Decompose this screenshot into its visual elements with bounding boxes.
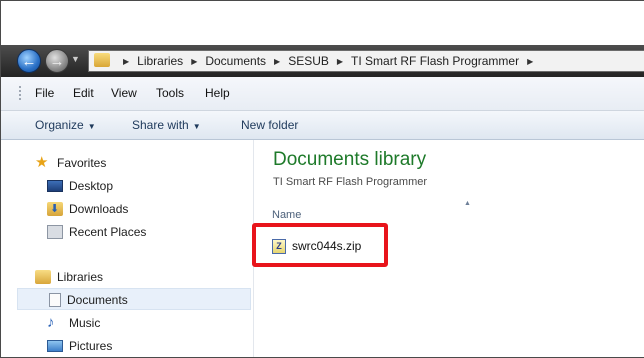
menu-grip-icon — [19, 86, 23, 100]
recent-pages-dropdown-icon[interactable]: ▼ — [71, 54, 80, 64]
breadcrumb-separator-icon[interactable]: ▶ — [527, 57, 533, 66]
nav-downloads-label: Downloads — [69, 202, 129, 216]
nav-desktop[interactable]: Desktop — [47, 176, 113, 196]
new-folder-button[interactable]: New folder — [241, 118, 298, 132]
organize-label: Organize — [35, 118, 84, 132]
breadcrumb: ▶ Libraries ▶ Documents ▶ SESUB ▶ TI Sma… — [115, 51, 541, 71]
breadcrumb-separator-icon[interactable]: ▶ — [123, 57, 129, 66]
downloads-folder-icon: ⬇ — [47, 202, 63, 216]
nav-documents[interactable]: Documents — [47, 290, 128, 310]
breadcrumb-separator-icon[interactable]: ▶ — [191, 57, 197, 66]
breadcrumb-ti-smart-rf[interactable]: TI Smart RF Flash Programmer — [351, 54, 519, 68]
libraries-icon — [35, 270, 51, 284]
nav-downloads[interactable]: ⬇ Downloads — [47, 199, 128, 219]
star-icon: ★ — [35, 154, 49, 171]
breadcrumb-sesub[interactable]: SESUB — [288, 54, 329, 68]
chevron-down-icon: ▼ — [192, 122, 201, 131]
nav-favorites[interactable]: ★ Favorites — [35, 153, 106, 173]
menu-view[interactable]: View — [111, 86, 137, 100]
breadcrumb-separator-icon[interactable]: ▶ — [274, 57, 280, 66]
nav-pictures-label: Pictures — [69, 339, 113, 353]
breadcrumb-libraries[interactable]: Libraries — [137, 54, 183, 68]
documents-icon — [49, 293, 61, 307]
nav-documents-label: Documents — [67, 293, 128, 307]
nav-recent-places-label: Recent Places — [69, 225, 147, 239]
pictures-icon — [47, 340, 63, 352]
nav-favorites-label: Favorites — [57, 156, 107, 170]
breadcrumb-documents[interactable]: Documents — [205, 54, 266, 68]
command-bar: Organize ▼ Share with ▼ New folder — [1, 111, 644, 140]
organize-button[interactable]: Organize ▼ — [35, 118, 96, 132]
library-title: Documents library — [273, 149, 427, 170]
menu-bar: File Edit View Tools Help — [1, 77, 644, 111]
forward-button[interactable]: → — [45, 49, 69, 73]
nav-recent-places[interactable]: Recent Places — [47, 222, 146, 242]
menu-edit[interactable]: Edit — [73, 86, 94, 100]
desktop-icon — [47, 180, 63, 192]
annotation-highlight-box — [252, 223, 388, 267]
recent-places-icon — [47, 225, 63, 239]
folder-icon — [94, 53, 110, 67]
breadcrumb-separator-icon[interactable]: ▶ — [337, 57, 343, 66]
share-with-button[interactable]: Share with ▼ — [132, 118, 201, 132]
sort-arrow-icon: ▲ — [464, 200, 471, 207]
nav-music[interactable]: ♪ Music — [47, 313, 100, 333]
nav-pictures[interactable]: Pictures — [47, 336, 112, 356]
back-button[interactable]: ← — [17, 49, 41, 73]
address-bar[interactable]: ▶ Libraries ▶ Documents ▶ SESUB ▶ TI Sma… — [88, 50, 644, 72]
column-header-name[interactable]: Name — [272, 209, 301, 221]
nav-music-label: Music — [69, 316, 101, 330]
explorer-window: ← → ▼ ▶ Libraries ▶ Documents ▶ SESUB ▶ … — [0, 0, 644, 358]
nav-desktop-label: Desktop — [69, 179, 114, 193]
nav-libraries[interactable]: Libraries — [35, 267, 103, 287]
navigation-pane: ★ Favorites Desktop ⬇ Downloads Recent P… — [1, 140, 254, 357]
share-with-label: Share with — [132, 118, 189, 132]
menu-help[interactable]: Help — [205, 86, 230, 100]
music-icon: ♪ — [47, 314, 55, 331]
chevron-down-icon: ▼ — [87, 122, 96, 131]
menu-file[interactable]: File — [35, 86, 54, 100]
nav-libraries-label: Libraries — [57, 270, 104, 284]
address-bar-strip: ← → ▼ ▶ Libraries ▶ Documents ▶ SESUB ▶ … — [1, 45, 644, 77]
library-subtitle: TI Smart RF Flash Programmer — [273, 176, 428, 188]
menu-tools[interactable]: Tools — [156, 86, 184, 100]
